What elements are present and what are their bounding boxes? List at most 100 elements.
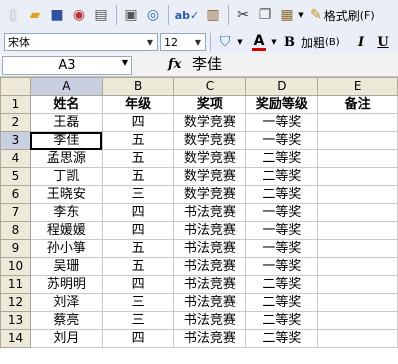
row-header-13[interactable]: 13 [0, 311, 31, 330]
cell-a10[interactable]: 吴珊 [29, 257, 103, 276]
cell-c2[interactable]: 数学竞赛 [173, 113, 247, 132]
permission-icon[interactable]: ◉ [70, 6, 88, 24]
cell-b2[interactable]: 四 [101, 113, 175, 132]
cell-c4[interactable]: 数学竞赛 [173, 149, 247, 168]
cell-d8[interactable]: 一等奖 [245, 221, 319, 240]
cell-d14[interactable]: 二等奖 [245, 329, 319, 348]
cell-e4[interactable] [317, 149, 398, 168]
select-all-corner[interactable] [0, 77, 31, 96]
column-header-c[interactable]: C [173, 77, 247, 96]
cell-a13[interactable]: 蔡亮 [29, 311, 103, 330]
cell-d11[interactable]: 二等奖 [245, 275, 319, 294]
cell-a4[interactable]: 孟思源 [29, 149, 103, 168]
cell-c8[interactable]: 书法竞赛 [173, 221, 247, 240]
cell-b7[interactable]: 四 [101, 203, 175, 222]
row-header-8[interactable]: 8 [0, 221, 31, 240]
column-header-d[interactable]: D [245, 77, 319, 96]
print-icon[interactable]: ▤ [92, 6, 110, 24]
fill-color-dropdown-icon[interactable]: ▼ [236, 35, 244, 49]
spelling-icon[interactable]: ab✓ [175, 6, 200, 24]
row-header-3[interactable]: 3 [0, 131, 31, 150]
row-header-2[interactable]: 2 [0, 113, 31, 132]
print-preview-icon[interactable]: ▣ [122, 6, 140, 24]
cell-a8[interactable]: 程媛媛 [29, 221, 103, 240]
cell-e10[interactable] [317, 257, 398, 276]
cell-a9[interactable]: 孙小箏 [29, 239, 103, 258]
function-icon[interactable]: fx [168, 57, 181, 72]
cell-e3[interactable] [317, 131, 398, 150]
cell-e7[interactable] [317, 203, 398, 222]
cell-c6[interactable]: 数学竞赛 [173, 185, 247, 204]
row-header-4[interactable]: 4 [0, 149, 31, 168]
cell-c1[interactable]: 奖项 [173, 95, 247, 114]
cell-d12[interactable]: 二等奖 [245, 293, 319, 312]
cell-a5[interactable]: 丁凯 [29, 167, 103, 186]
cell-c3[interactable]: 数学竞赛 [173, 131, 247, 150]
font-size-select[interactable]: 12 ▼ [160, 33, 206, 51]
cell-e9[interactable] [317, 239, 398, 258]
cell-b10[interactable]: 五 [101, 257, 175, 276]
cell-b9[interactable]: 五 [101, 239, 175, 258]
row-header-14[interactable]: 14 [0, 329, 31, 348]
cell-a3[interactable]: 李佳 [29, 131, 103, 150]
paste-dropdown-icon[interactable]: ▼ [297, 8, 305, 22]
cell-c7[interactable]: 书法竞赛 [173, 203, 247, 222]
cell-e11[interactable] [317, 275, 398, 294]
column-header-a[interactable]: A [29, 77, 103, 96]
research-book-icon[interactable]: ▥ [204, 6, 222, 24]
fill-color-button[interactable]: ⛉ [216, 33, 234, 51]
bold-button[interactable]: B 加粗 (B) [284, 33, 350, 51]
cell-e12[interactable] [317, 293, 398, 312]
cell-d13[interactable]: 二等奖 [245, 311, 319, 330]
row-header-1[interactable]: 1 [0, 95, 31, 114]
cell-d10[interactable]: 一等奖 [245, 257, 319, 276]
cell-a7[interactable]: 李东 [29, 203, 103, 222]
row-header-11[interactable]: 11 [0, 275, 31, 294]
cell-d5[interactable]: 二等奖 [245, 167, 319, 186]
cell-c14[interactable]: 书法竞赛 [173, 329, 247, 348]
font-color-button[interactable]: A [250, 32, 268, 52]
cell-a2[interactable]: 王磊 [29, 113, 103, 132]
cell-d3[interactable]: 一等奖 [245, 131, 319, 150]
cell-a14[interactable]: 刘月 [29, 329, 103, 348]
cell-b6[interactable]: 三 [101, 185, 175, 204]
column-header-b[interactable]: B [101, 77, 175, 96]
save-icon[interactable]: ■ [48, 6, 66, 24]
cell-b8[interactable]: 四 [101, 221, 175, 240]
cell-c10[interactable]: 书法竞赛 [173, 257, 247, 276]
row-header-5[interactable]: 5 [0, 167, 31, 186]
copy-icon[interactable]: ❐ [256, 6, 274, 24]
cell-b13[interactable]: 三 [101, 311, 175, 330]
underline-button[interactable]: U [374, 33, 392, 51]
format-painter-button[interactable]: ✎ 格式刷 (F) [310, 6, 394, 24]
cell-a12[interactable]: 刘泽 [29, 293, 103, 312]
formula-input[interactable]: 李佳 [192, 54, 222, 75]
cell-e6[interactable] [317, 185, 398, 204]
cell-c9[interactable]: 书法竞赛 [173, 239, 247, 258]
cell-b1[interactable]: 年级 [101, 95, 175, 114]
cell-e1[interactable]: 备注 [317, 95, 398, 114]
cell-d9[interactable]: 一等奖 [245, 239, 319, 258]
cell-e14[interactable] [317, 329, 398, 348]
cell-b4[interactable]: 五 [101, 149, 175, 168]
cell-b11[interactable]: 四 [101, 275, 175, 294]
cell-c13[interactable]: 书法竞赛 [173, 311, 247, 330]
cell-e2[interactable] [317, 113, 398, 132]
cell-e8[interactable] [317, 221, 398, 240]
new-icon[interactable]: ▯ [4, 6, 22, 24]
cell-d7[interactable]: 一等奖 [245, 203, 319, 222]
column-header-e[interactable]: E [317, 77, 398, 96]
cell-c5[interactable]: 数学竞赛 [173, 167, 247, 186]
cell-d6[interactable]: 二等奖 [245, 185, 319, 204]
row-header-12[interactable]: 12 [0, 293, 31, 312]
name-box[interactable]: A3 ▼ [2, 56, 132, 75]
cell-e5[interactable] [317, 167, 398, 186]
open-icon[interactable]: ▰ [26, 6, 44, 24]
cell-a11[interactable]: 苏明明 [29, 275, 103, 294]
cell-c12[interactable]: 书法竞赛 [173, 293, 247, 312]
cell-b14[interactable]: 四 [101, 329, 175, 348]
row-header-9[interactable]: 9 [0, 239, 31, 258]
font-color-dropdown-icon[interactable]: ▼ [270, 35, 278, 49]
research-icon[interactable]: ◎ [144, 6, 162, 24]
cell-b12[interactable]: 三 [101, 293, 175, 312]
